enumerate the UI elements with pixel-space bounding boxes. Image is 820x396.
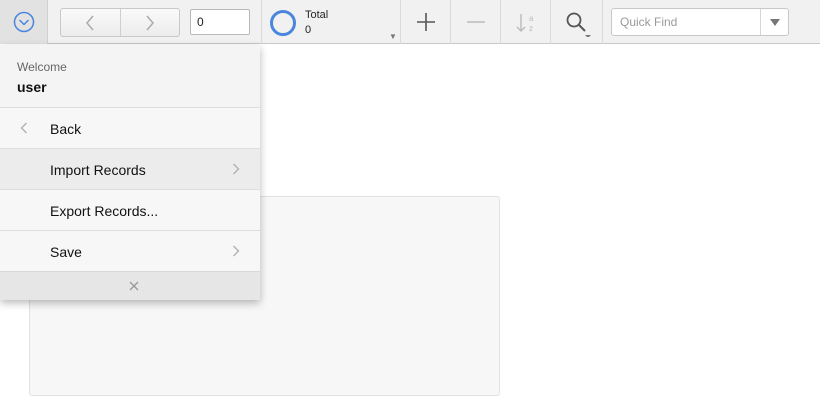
- total-count: 0: [305, 24, 312, 36]
- find-button[interactable]: [551, 0, 600, 44]
- total-records-widget[interactable]: Total 0 ▼: [262, 0, 400, 44]
- plus-icon: [417, 13, 435, 31]
- svg-text:a: a: [529, 14, 534, 23]
- main-menu-popover: Welcome user Back Import Records Export …: [0, 45, 260, 300]
- next-record-button[interactable]: [121, 9, 180, 36]
- chevron-down-circle-icon: [13, 11, 35, 33]
- menu-item-label: Save: [50, 244, 82, 260]
- menu-item-back[interactable]: Back: [0, 107, 260, 148]
- caret-down-icon: [770, 19, 780, 26]
- quick-find: [611, 8, 789, 36]
- record-number-input[interactable]: [190, 9, 250, 35]
- toolbar: Total 0 ▼ a z: [0, 0, 820, 44]
- chevron-right-icon: [233, 163, 240, 175]
- record-navigation: [60, 8, 180, 37]
- menu-item-import-records[interactable]: Import Records: [0, 148, 260, 189]
- total-label: Total: [305, 9, 329, 21]
- chevron-right-icon: [146, 15, 154, 31]
- welcome-label: Welcome: [17, 60, 67, 74]
- quick-find-dropdown-button[interactable]: [760, 9, 788, 35]
- close-icon: [129, 281, 139, 291]
- menu-item-export-records[interactable]: Export Records...: [0, 189, 260, 230]
- new-record-button[interactable]: [401, 0, 450, 44]
- minus-icon: [467, 21, 485, 23]
- caret-down-icon: ▼: [389, 32, 397, 41]
- svg-text:z: z: [529, 24, 533, 33]
- menu-item-label: Back: [50, 121, 82, 137]
- search-icon: [566, 12, 591, 37]
- toolbar-divider: [602, 0, 603, 44]
- menu-item-label: Export Records...: [50, 203, 159, 219]
- menu-item-save[interactable]: Save: [0, 230, 260, 271]
- delete-record-button[interactable]: [451, 0, 500, 44]
- quick-find-input[interactable]: [612, 9, 762, 35]
- menu-close-button[interactable]: [0, 271, 260, 300]
- record-pie-icon: [270, 10, 296, 36]
- chevron-right-icon: [233, 245, 240, 257]
- menu-item-label: Import Records: [50, 162, 146, 178]
- previous-record-button[interactable]: [61, 9, 121, 36]
- chevron-left-icon: [86, 15, 94, 31]
- chevron-left-icon: [20, 122, 27, 134]
- sort-az-icon: a z: [516, 14, 534, 33]
- sort-button[interactable]: a z: [501, 0, 550, 44]
- menu-button[interactable]: [0, 0, 48, 44]
- username: user: [17, 79, 47, 95]
